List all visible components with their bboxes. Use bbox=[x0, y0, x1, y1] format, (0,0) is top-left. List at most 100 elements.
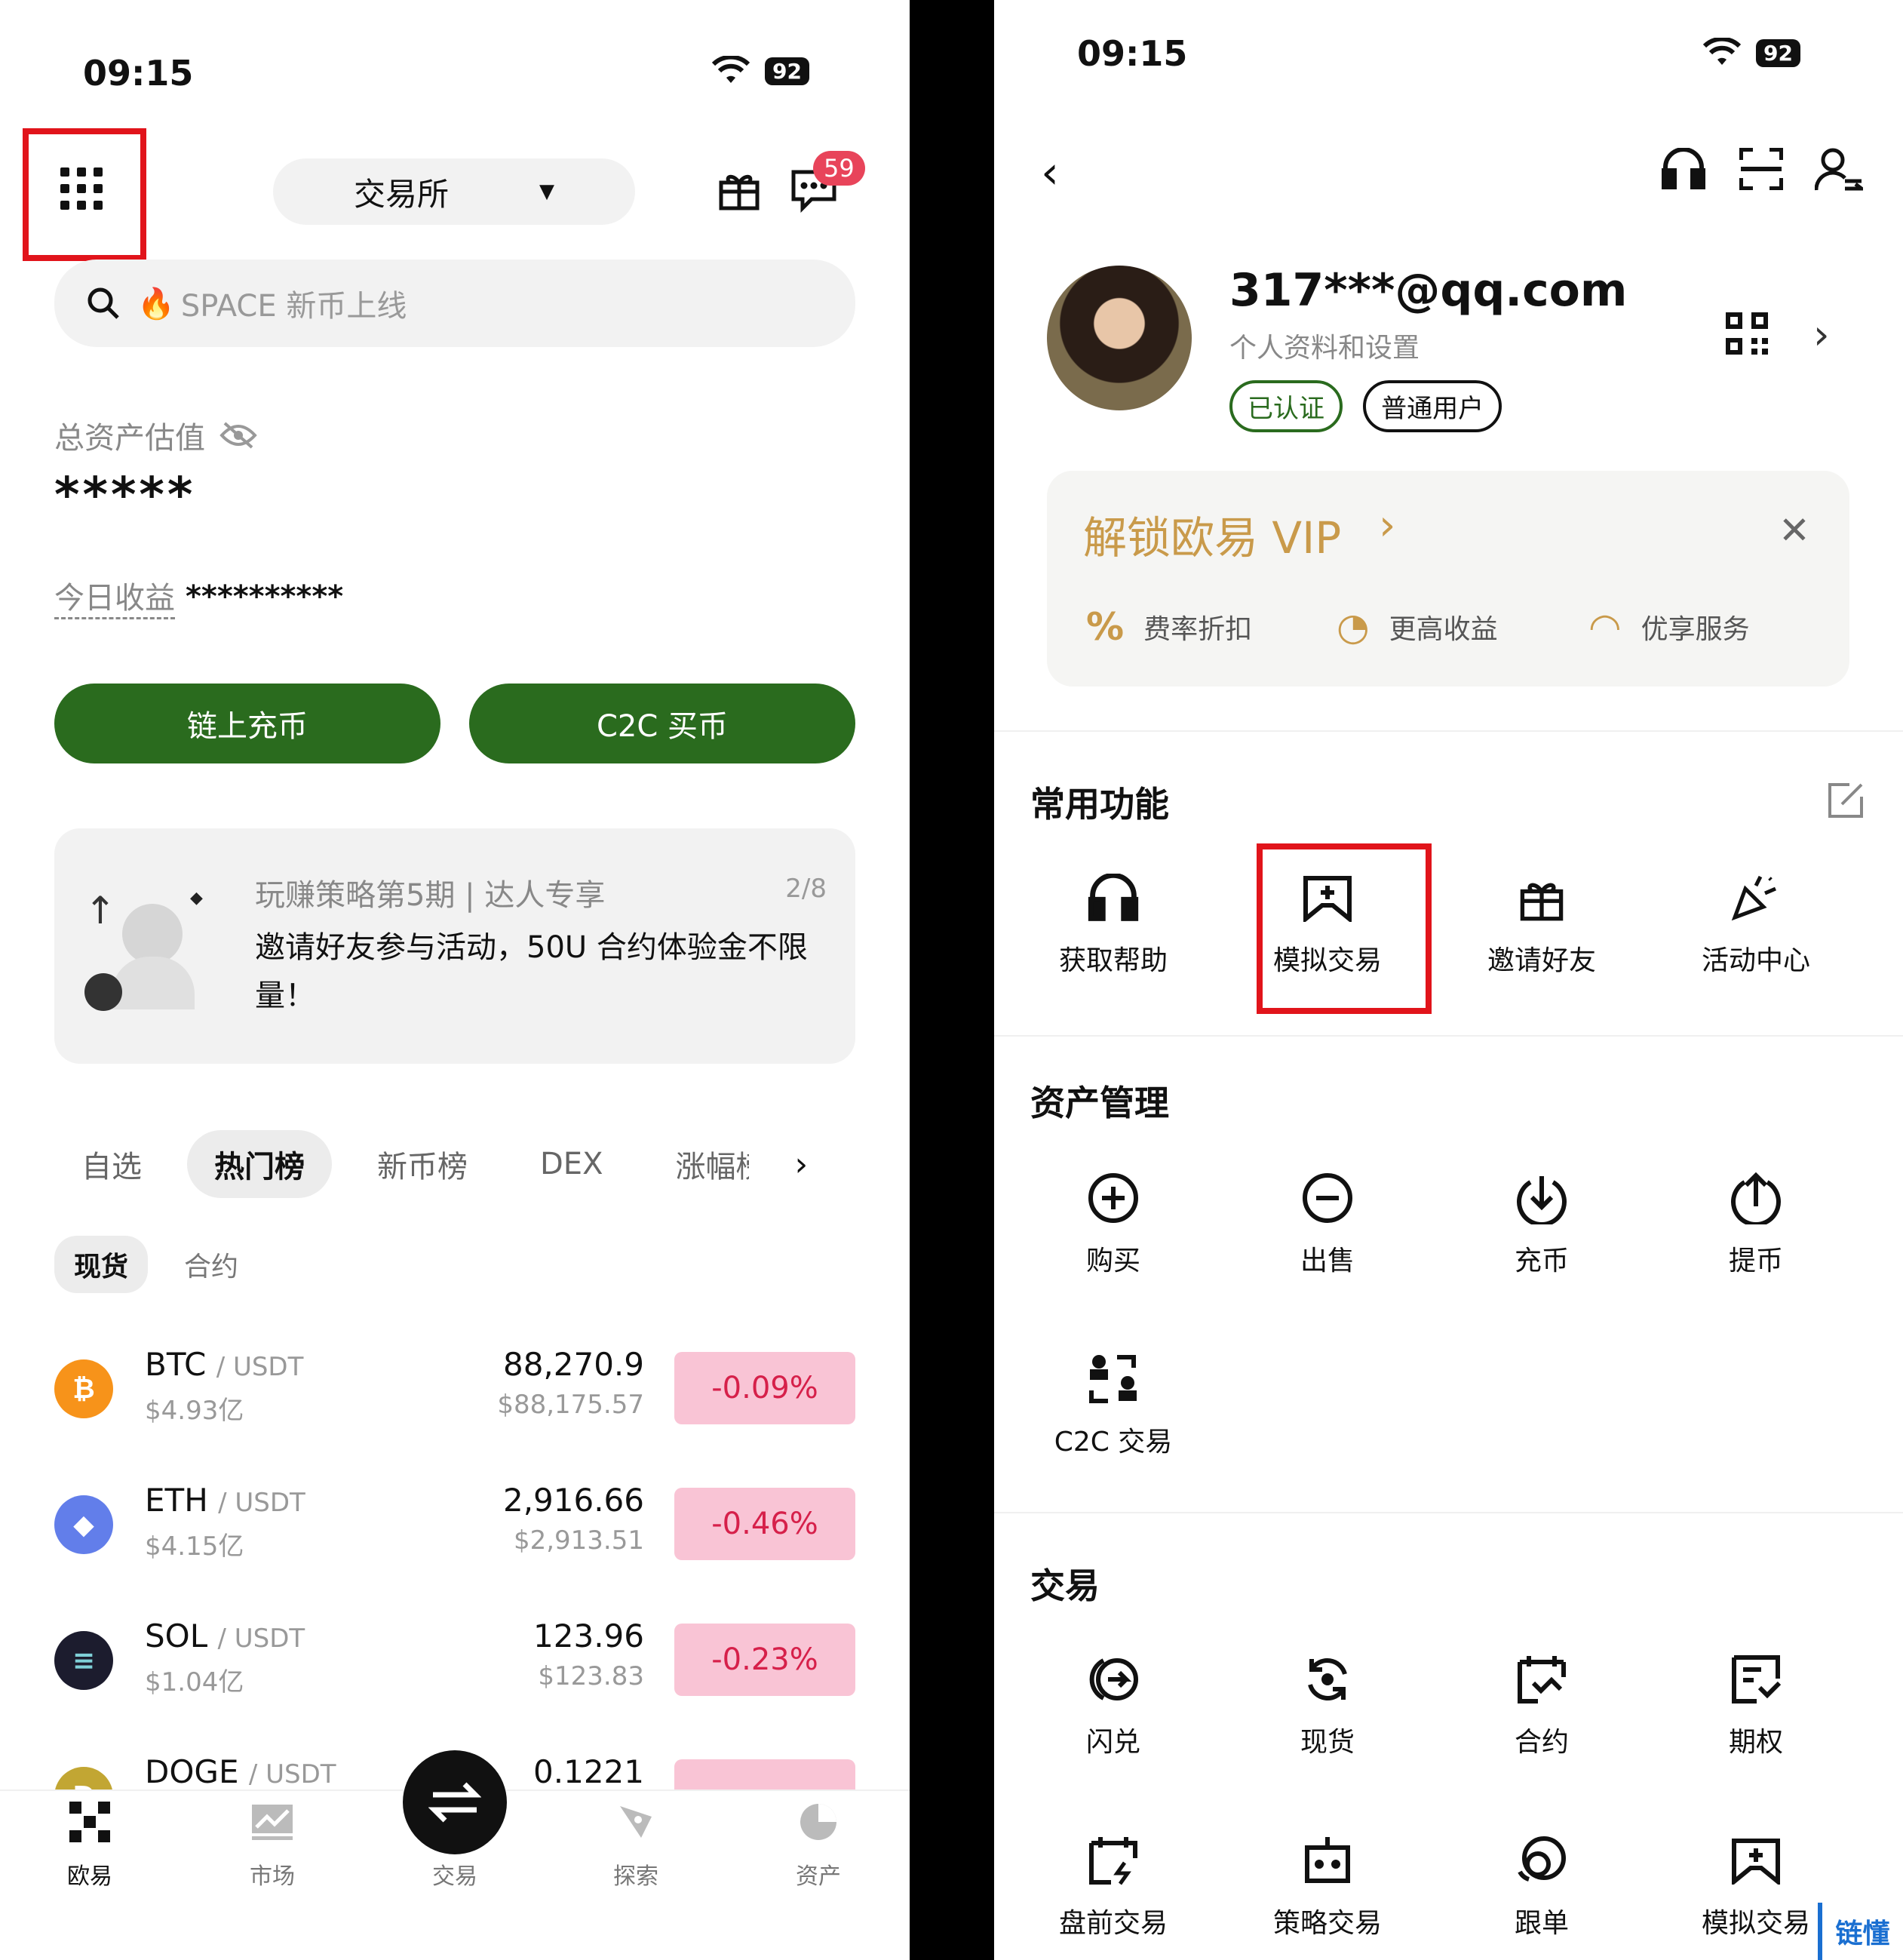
pie-chart-icon bbox=[762, 1796, 875, 1848]
nav-explore[interactable]: 探索 bbox=[579, 1796, 692, 1891]
tab-favorites[interactable]: 自选 bbox=[81, 1142, 142, 1186]
demo-trading-icon bbox=[1658, 1830, 1854, 1891]
nav-trade[interactable]: 交易 bbox=[398, 1796, 511, 1891]
func-spot[interactable]: 现货 bbox=[1229, 1649, 1426, 1759]
convert-icon bbox=[1015, 1649, 1211, 1710]
headset-icon[interactable] bbox=[1661, 147, 1706, 193]
edit-icon[interactable] bbox=[1827, 782, 1865, 822]
promo-card[interactable]: ↑ ◆ 玩赚策略第5期 | 达人专享 2/8 邀请好友参与活动，50U 合约体验… bbox=[54, 828, 855, 1064]
user-email: 317***@qq.com bbox=[1229, 264, 1628, 317]
onchain-deposit-button[interactable]: 链上充币 bbox=[54, 684, 440, 763]
func-buy[interactable]: 购买 bbox=[1015, 1168, 1211, 1278]
func-label: 邀请好友 bbox=[1487, 945, 1596, 976]
quote-text: / USDT bbox=[217, 1624, 305, 1654]
nav-label: 欧易 bbox=[67, 1863, 112, 1890]
coin-price: 123.96 bbox=[533, 1617, 644, 1654]
vip-perk-fee: % 费率折扣 bbox=[1086, 605, 1252, 649]
func-withdraw[interactable]: 提币 bbox=[1658, 1168, 1854, 1278]
user-switch-icon[interactable] bbox=[1814, 146, 1868, 196]
nav-assets[interactable]: 资产 bbox=[762, 1796, 875, 1891]
func-strategy[interactable]: 策略交易 bbox=[1229, 1830, 1426, 1940]
profile-subtitle[interactable]: 个人资料和设置 bbox=[1229, 326, 1420, 365]
robot-icon bbox=[1229, 1830, 1426, 1891]
coin-symbol: BTC / USDT bbox=[145, 1346, 303, 1383]
party-popper-icon bbox=[1658, 868, 1854, 928]
gift-icon bbox=[1444, 868, 1640, 928]
quote-text: / USDT bbox=[218, 1488, 305, 1518]
tab-new-coins[interactable]: 新币榜 bbox=[377, 1142, 468, 1186]
highlight-box bbox=[1257, 843, 1432, 1014]
func-events[interactable]: 活动中心 bbox=[1658, 868, 1854, 978]
options-icon bbox=[1658, 1649, 1854, 1710]
scan-icon[interactable] bbox=[1739, 147, 1784, 193]
user-type-badge[interactable]: 普通用户 bbox=[1363, 380, 1502, 432]
func-premarket[interactable]: 盘前交易 bbox=[1015, 1830, 1211, 1940]
c2c-buy-button[interactable]: C2C 买币 bbox=[469, 684, 855, 763]
coin-price: 0.1221 bbox=[533, 1753, 644, 1790]
promo-avatar-illustration: ↑ ◆ bbox=[84, 889, 228, 1011]
promo-title: 玩赚策略第5期 | 达人专享 bbox=[255, 878, 606, 913]
exchange-selector[interactable]: 交易所 ▼ bbox=[273, 158, 635, 225]
plus-circle-icon bbox=[1015, 1168, 1211, 1228]
func-label: 充币 bbox=[1514, 1246, 1569, 1276]
verified-badge[interactable]: 已认证 bbox=[1229, 380, 1343, 432]
qr-code-icon[interactable] bbox=[1726, 312, 1768, 358]
refresh-coin-icon: ◔ bbox=[1337, 605, 1370, 649]
tab-dex[interactable]: DEX bbox=[540, 1147, 603, 1181]
nav-market[interactable]: 市场 bbox=[216, 1796, 329, 1891]
func-label: 合约 bbox=[1514, 1727, 1569, 1758]
tab-gainers[interactable]: 涨幅榜 bbox=[675, 1142, 749, 1186]
search-bar[interactable]: 🔥 SPACE 新币上线 bbox=[54, 260, 855, 347]
asset-management-title: 资产管理 bbox=[1030, 1083, 1169, 1123]
premarket-icon bbox=[1015, 1830, 1211, 1891]
chevron-right-icon[interactable]: › bbox=[1813, 311, 1830, 358]
back-chevron-icon[interactable]: ‹ bbox=[1041, 146, 1059, 199]
close-icon[interactable]: ✕ bbox=[1779, 508, 1810, 552]
vip-card[interactable]: 解锁欧易 VIP › ✕ % 费率折扣 ◔ 更高收益 ◠ 优享服务 bbox=[1047, 471, 1849, 687]
func-label: 期权 bbox=[1728, 1727, 1783, 1758]
subtab-spot[interactable]: 现货 bbox=[54, 1236, 149, 1293]
futures-calendar-icon bbox=[1444, 1649, 1640, 1710]
divider bbox=[994, 1512, 1903, 1513]
chevron-right-icon[interactable]: › bbox=[794, 1145, 808, 1184]
func-copy-trading[interactable]: 跟单 bbox=[1444, 1830, 1640, 1940]
symbol-text: ETH bbox=[145, 1482, 208, 1519]
func-futures[interactable]: 合约 bbox=[1444, 1649, 1640, 1759]
wifi-icon bbox=[711, 54, 750, 89]
coin-fiat-price: $2,913.51 bbox=[513, 1525, 644, 1556]
coin-symbol: DOGE / USDT bbox=[145, 1753, 336, 1790]
nav-label: 交易 bbox=[432, 1863, 477, 1890]
upload-arrow-icon bbox=[1658, 1168, 1854, 1228]
func-convert[interactable]: 闪兑 bbox=[1015, 1649, 1211, 1759]
nav-home[interactable]: 欧易 bbox=[33, 1796, 146, 1891]
func-options[interactable]: 期权 bbox=[1658, 1649, 1854, 1759]
message-count-badge: 59 bbox=[813, 151, 865, 186]
minus-circle-icon bbox=[1229, 1168, 1426, 1228]
func-label: 获取帮助 bbox=[1058, 945, 1168, 976]
func-deposit[interactable]: 充币 bbox=[1444, 1168, 1640, 1278]
list-item[interactable]: ₿ BTC / USDT $4.93亿 88,270.9 $88,175.57 … bbox=[54, 1346, 855, 1444]
list-item[interactable]: ≡ SOL / USDT $1.04亿 123.96 $123.83 -0.23… bbox=[54, 1617, 855, 1716]
vip-title: 解锁欧易 VIP bbox=[1083, 512, 1342, 564]
func-invite[interactable]: 邀请好友 bbox=[1444, 868, 1640, 978]
list-item[interactable]: ◆ ETH / USDT $4.15亿 2,916.66 $2,913.51 -… bbox=[54, 1482, 855, 1580]
func-sell[interactable]: 出售 bbox=[1229, 1168, 1426, 1278]
download-arrow-icon bbox=[1444, 1168, 1640, 1228]
func-c2c[interactable]: C2C 交易 bbox=[1015, 1349, 1211, 1459]
trade-title: 交易 bbox=[1030, 1565, 1100, 1606]
gift-icon[interactable] bbox=[717, 166, 762, 214]
change-badge: -0.46% bbox=[674, 1488, 855, 1560]
func-help[interactable]: 获取帮助 bbox=[1015, 868, 1211, 978]
exchange-label: 交易所 bbox=[353, 175, 449, 213]
subtab-futures[interactable]: 合约 bbox=[184, 1245, 238, 1284]
coin-price: 88,270.9 bbox=[502, 1346, 644, 1383]
eye-off-icon[interactable] bbox=[219, 420, 258, 450]
c2c-users-icon bbox=[1015, 1349, 1211, 1409]
tab-hot[interactable]: 热门榜 bbox=[187, 1130, 332, 1198]
nav-label: 市场 bbox=[250, 1863, 295, 1890]
today-label[interactable]: 今日收益 bbox=[54, 573, 175, 619]
highlight-box bbox=[23, 128, 146, 261]
avatar[interactable] bbox=[1047, 266, 1192, 410]
headset-gold-icon: ◠ bbox=[1588, 605, 1622, 649]
market-subtabs: 现货 合约 bbox=[54, 1236, 238, 1293]
